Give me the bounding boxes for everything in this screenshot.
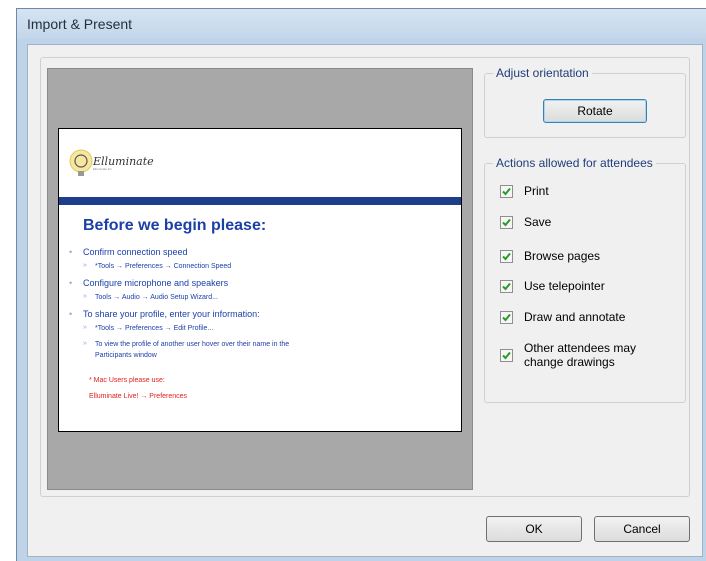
content-group: Elluminate Elluminate Inc. Before we beg… bbox=[40, 57, 690, 497]
checkmark-icon bbox=[502, 187, 511, 196]
slide-sub-bullet: Tools → Audio → Audio Setup Wizard... bbox=[95, 294, 218, 301]
checkmark-icon bbox=[502, 313, 511, 322]
draw-annotate-checkbox[interactable] bbox=[500, 311, 513, 324]
rotate-button[interactable]: Rotate bbox=[543, 99, 647, 123]
sub-bullet-icon: » bbox=[83, 324, 87, 331]
slide-sub-bullet: *Tools → Preferences → Connection Speed bbox=[95, 263, 232, 270]
attendee-actions-group: Actions allowed for attendees Print Save… bbox=[484, 156, 686, 403]
import-present-dialog: Import & Present Elluminate Elluminate I… bbox=[16, 8, 706, 561]
checkmark-icon bbox=[502, 252, 511, 261]
save-checkbox-label[interactable]: Save bbox=[524, 215, 551, 229]
telepointer-checkbox-label[interactable]: Use telepointer bbox=[524, 279, 605, 293]
sub-bullet-icon: » bbox=[83, 293, 87, 300]
slide-note: * Mac Users please use: bbox=[89, 377, 165, 384]
browse-pages-checkbox[interactable] bbox=[500, 250, 513, 263]
checkmark-icon bbox=[502, 351, 511, 360]
logo-subtext: Elluminate Inc. bbox=[93, 167, 113, 171]
slide-preview-pane: Elluminate Elluminate Inc. Before we beg… bbox=[47, 68, 473, 490]
slide-bullet: Configure microphone and speakers bbox=[83, 278, 229, 288]
bullet-icon: • bbox=[69, 309, 73, 319]
slide-sub-bullet: *Tools → Preferences → Edit Profile... bbox=[95, 325, 214, 332]
telepointer-checkbox[interactable] bbox=[500, 280, 513, 293]
dialog-body: Elluminate Elluminate Inc. Before we beg… bbox=[27, 44, 703, 557]
elluminate-logo: Elluminate Elluminate Inc. bbox=[67, 145, 162, 183]
slide-sub-bullet: To view the profile of another user hove… bbox=[95, 341, 290, 348]
print-checkbox[interactable] bbox=[500, 185, 513, 198]
window-title: Import & Present bbox=[27, 16, 133, 32]
slide-title: Before we begin please: bbox=[83, 217, 267, 234]
sub-bullet-icon: » bbox=[83, 262, 87, 269]
slide-bullet: To share your profile, enter your inform… bbox=[83, 309, 260, 319]
browse-pages-checkbox-label[interactable]: Browse pages bbox=[524, 249, 600, 263]
save-checkbox[interactable] bbox=[500, 216, 513, 229]
orientation-group-label: Adjust orientation bbox=[493, 66, 592, 80]
title-bar[interactable]: Import & Present bbox=[17, 9, 706, 39]
attendee-actions-group-label: Actions allowed for attendees bbox=[493, 156, 656, 170]
bullet-icon: • bbox=[69, 247, 73, 257]
slide-thumbnail: Elluminate Elluminate Inc. Before we beg… bbox=[58, 128, 462, 432]
slide-header-bar bbox=[59, 197, 461, 205]
print-checkbox-label[interactable]: Print bbox=[524, 184, 549, 198]
slide-sub-bullet-continued: Participants window bbox=[95, 352, 157, 359]
slide-note: Elluminate Live! → Preferences bbox=[89, 393, 188, 400]
change-drawings-checkbox-label[interactable]: Other attendees may bbox=[524, 341, 636, 355]
cancel-button[interactable]: Cancel bbox=[594, 516, 690, 542]
change-drawings-checkbox[interactable] bbox=[500, 349, 513, 362]
orientation-group: Adjust orientation Rotate bbox=[484, 66, 686, 138]
slide-bullet: Confirm connection speed bbox=[83, 247, 188, 257]
bullet-icon: • bbox=[69, 278, 73, 288]
sub-bullet-icon: » bbox=[83, 340, 87, 347]
draw-annotate-checkbox-label[interactable]: Draw and annotate bbox=[524, 310, 625, 324]
ok-button[interactable]: OK bbox=[486, 516, 582, 542]
change-drawings-checkbox-label-line2[interactable]: change drawings bbox=[524, 355, 615, 369]
checkmark-icon bbox=[502, 282, 511, 291]
checkmark-icon bbox=[502, 218, 511, 227]
